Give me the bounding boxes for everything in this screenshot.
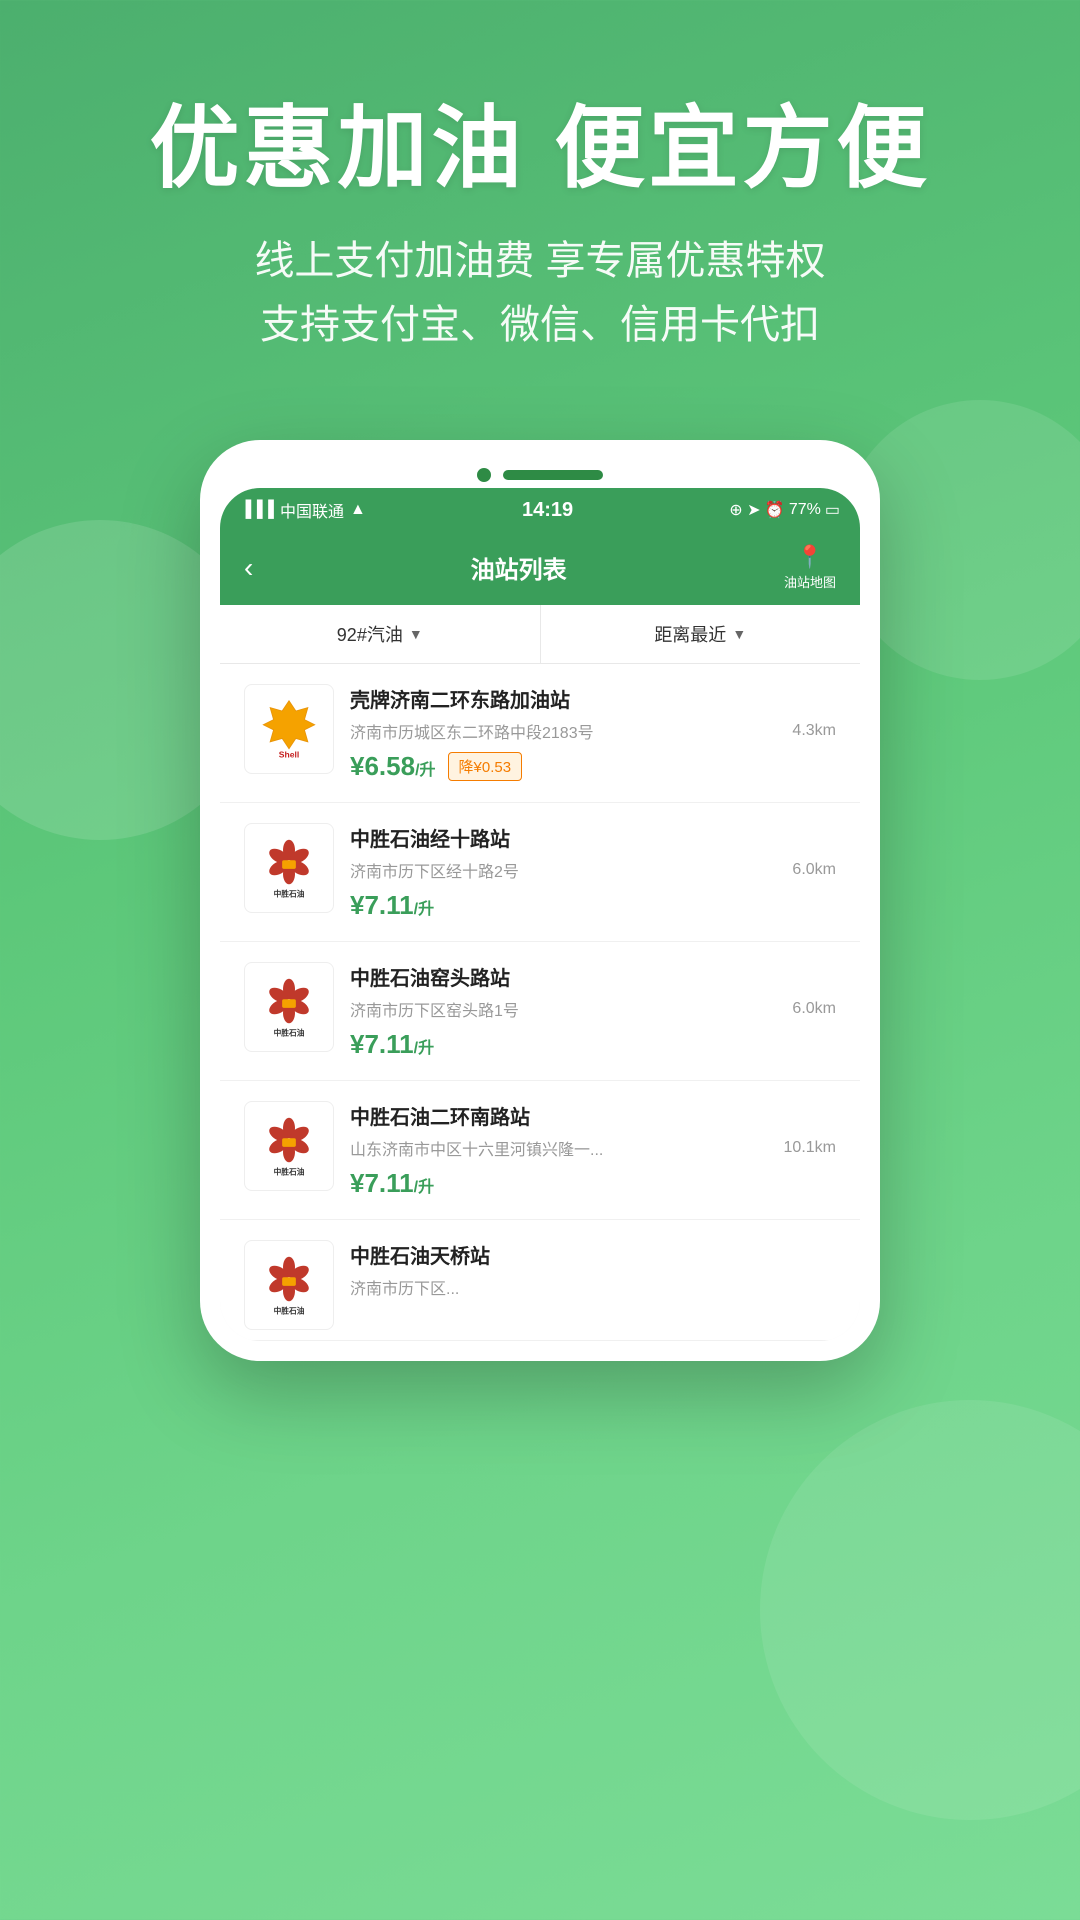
station-item[interactable]: 中胜石油 中胜石油经十路站 济南市历下区经十路2号 6.0km ¥7.11/升 bbox=[220, 803, 860, 942]
status-bar: ▐▐▐ 中国联通 ▲ 14:19 ⊕ ➤ ⏰ 77% ▭ bbox=[220, 488, 860, 530]
station-info: 中胜石油二环南路站 山东济南市中区十六里河镇兴隆一... 10.1km ¥7.1… bbox=[350, 1101, 836, 1199]
station-price-row: ¥7.11/升 bbox=[350, 1168, 836, 1199]
station-address-row: 济南市历城区东二环路中段2183号 4.3km bbox=[350, 719, 836, 743]
sort-arrow: ▼ bbox=[732, 626, 746, 642]
station-distance: 4.3km bbox=[792, 722, 836, 740]
station-address: 济南市历下区经十路2号 bbox=[350, 858, 780, 882]
signal-icon: ▐▐▐ bbox=[240, 501, 274, 519]
station-distance: 6.0km bbox=[792, 1000, 836, 1018]
station-address: 济南市历下区窑头路1号 bbox=[350, 997, 780, 1021]
status-time: 14:19 bbox=[522, 499, 573, 522]
station-item[interactable]: 中胜石油 中胜石油二环南路站 山东济南市中区十六里河镇兴隆一... 10.1km… bbox=[220, 1081, 860, 1220]
map-button[interactable]: 📍 油站地图 bbox=[784, 544, 836, 591]
station-info: 中胜石油天桥站 济南市历下区... bbox=[350, 1240, 836, 1307]
phone-frame: ▐▐▐ 中国联通 ▲ 14:19 ⊕ ➤ ⏰ 77% ▭ ‹ 油站列表 📍 油站… bbox=[200, 440, 880, 1361]
station-logo-zhongsheng: 中胜石油 bbox=[244, 823, 334, 913]
filter-bar: 92#汽油 ▼ 距离最近 ▼ bbox=[220, 605, 860, 664]
station-list: Shell 壳牌济南二环东路加油站 济南市历城区东二环路中段2183号 4.3k… bbox=[220, 664, 860, 1341]
status-right: ⊕ ➤ ⏰ 77% ▭ bbox=[729, 500, 840, 520]
station-address: 济南市历下区... bbox=[350, 1275, 836, 1299]
phone-notch bbox=[220, 460, 860, 488]
station-name: 中胜石油二环南路站 bbox=[350, 1101, 836, 1130]
hero-title: 优惠加油 便宜方便 bbox=[60, 100, 1020, 199]
svg-text:Shell: Shell bbox=[279, 749, 299, 759]
station-info: 中胜石油经十路站 济南市历下区经十路2号 6.0km ¥7.11/升 bbox=[350, 823, 836, 921]
discount-badge: 降¥0.53 bbox=[448, 752, 523, 781]
sort-label: 距离最近 bbox=[654, 621, 726, 647]
station-address-row: 山东济南市中区十六里河镇兴隆一... 10.1km bbox=[350, 1136, 836, 1160]
svg-text:中胜石油: 中胜石油 bbox=[274, 1027, 305, 1037]
sort-filter[interactable]: 距离最近 ▼ bbox=[541, 605, 861, 663]
station-item[interactable]: Shell 壳牌济南二环东路加油站 济南市历城区东二环路中段2183号 4.3k… bbox=[220, 664, 860, 803]
nav-title: 油站列表 bbox=[471, 550, 567, 585]
zhongsheng-svg-icon: 中胜石油 bbox=[259, 977, 319, 1037]
station-item[interactable]: 中胜石油 中胜石油天桥站 济南市历下区... bbox=[220, 1220, 860, 1341]
wifi-icon: ▲ bbox=[350, 501, 366, 519]
battery-level: 77% bbox=[789, 501, 821, 519]
phone-pill bbox=[503, 470, 603, 480]
station-distance: 10.1km bbox=[784, 1139, 836, 1157]
hero-subtitle-line2: 支持支付宝、微信、信用卡代扣 bbox=[260, 303, 820, 347]
station-distance: 6.0km bbox=[792, 861, 836, 879]
zhongsheng-svg-icon: 中胜石油 bbox=[259, 1255, 319, 1315]
station-item[interactable]: 中胜石油 中胜石油窑头路站 济南市历下区窑头路1号 6.0km ¥7.11/升 bbox=[220, 942, 860, 1081]
battery-icon: ▭ bbox=[825, 500, 840, 520]
station-logo-zhongsheng: 中胜石油 bbox=[244, 1240, 334, 1330]
station-price: ¥7.11/升 bbox=[350, 1168, 434, 1199]
station-address-row: 济南市历下区窑头路1号 6.0km bbox=[350, 997, 836, 1021]
station-logo-zhongsheng: 中胜石油 bbox=[244, 1101, 334, 1191]
shell-svg-icon: Shell bbox=[259, 699, 319, 759]
fuel-type-filter[interactable]: 92#汽油 ▼ bbox=[220, 605, 541, 663]
hero-subtitle-line1: 线上支付加油费 享专属优惠特权 bbox=[254, 239, 825, 283]
fuel-type-label: 92#汽油 bbox=[337, 621, 403, 647]
map-label: 油站地图 bbox=[784, 572, 836, 591]
zhongsheng-svg-icon: 中胜石油 bbox=[259, 838, 319, 898]
phone-mockup: ▐▐▐ 中国联通 ▲ 14:19 ⊕ ➤ ⏰ 77% ▭ ‹ 油站列表 📍 油站… bbox=[200, 440, 880, 1361]
phone-screen: ▐▐▐ 中国联通 ▲ 14:19 ⊕ ➤ ⏰ 77% ▭ ‹ 油站列表 📍 油站… bbox=[220, 488, 860, 1341]
station-info: 中胜石油窑头路站 济南市历下区窑头路1号 6.0km ¥7.11/升 bbox=[350, 962, 836, 1060]
phone-dot bbox=[477, 468, 491, 482]
carrier-name: 中国联通 bbox=[280, 498, 344, 522]
map-icon: 📍 bbox=[796, 544, 823, 570]
hero-section: 优惠加油 便宜方便 线上支付加油费 享专属优惠特权 支持支付宝、微信、信用卡代扣 bbox=[0, 0, 1080, 397]
station-logo-zhongsheng: 中胜石油 bbox=[244, 962, 334, 1052]
location-icon: ⊕ ➤ ⏰ bbox=[729, 500, 785, 520]
station-address: 山东济南市中区十六里河镇兴隆一... bbox=[350, 1136, 772, 1160]
station-address: 济南市历城区东二环路中段2183号 bbox=[350, 719, 780, 743]
station-name: 壳牌济南二环东路加油站 bbox=[350, 684, 836, 713]
station-price-row: ¥7.11/升 bbox=[350, 890, 836, 921]
fuel-type-arrow: ▼ bbox=[409, 626, 423, 642]
svg-text:中胜石油: 中胜石油 bbox=[274, 1305, 305, 1315]
station-price-row: ¥6.58/升 降¥0.53 bbox=[350, 751, 836, 782]
status-left: ▐▐▐ 中国联通 ▲ bbox=[240, 498, 366, 522]
station-price: ¥7.11/升 bbox=[350, 890, 434, 921]
station-price-row: ¥7.11/升 bbox=[350, 1029, 836, 1060]
station-name: 中胜石油经十路站 bbox=[350, 823, 836, 852]
station-price: ¥6.58/升 bbox=[350, 751, 436, 782]
station-name: 中胜石油窑头路站 bbox=[350, 962, 836, 991]
station-logo-shell: Shell bbox=[244, 684, 334, 774]
station-name: 中胜石油天桥站 bbox=[350, 1240, 836, 1269]
station-info: 壳牌济南二环东路加油站 济南市历城区东二环路中段2183号 4.3km ¥6.5… bbox=[350, 684, 836, 782]
nav-bar: ‹ 油站列表 📍 油站地图 bbox=[220, 530, 860, 605]
zhongsheng-svg-icon: 中胜石油 bbox=[259, 1116, 319, 1176]
svg-text:中胜石油: 中胜石油 bbox=[274, 888, 305, 898]
back-button[interactable]: ‹ bbox=[244, 552, 253, 584]
svg-text:中胜石油: 中胜石油 bbox=[274, 1166, 305, 1176]
hero-subtitle: 线上支付加油费 享专属优惠特权 支持支付宝、微信、信用卡代扣 bbox=[60, 229, 1020, 357]
station-address-row: 济南市历下区经十路2号 6.0km bbox=[350, 858, 836, 882]
station-price: ¥7.11/升 bbox=[350, 1029, 434, 1060]
station-address-row: 济南市历下区... bbox=[350, 1275, 836, 1299]
